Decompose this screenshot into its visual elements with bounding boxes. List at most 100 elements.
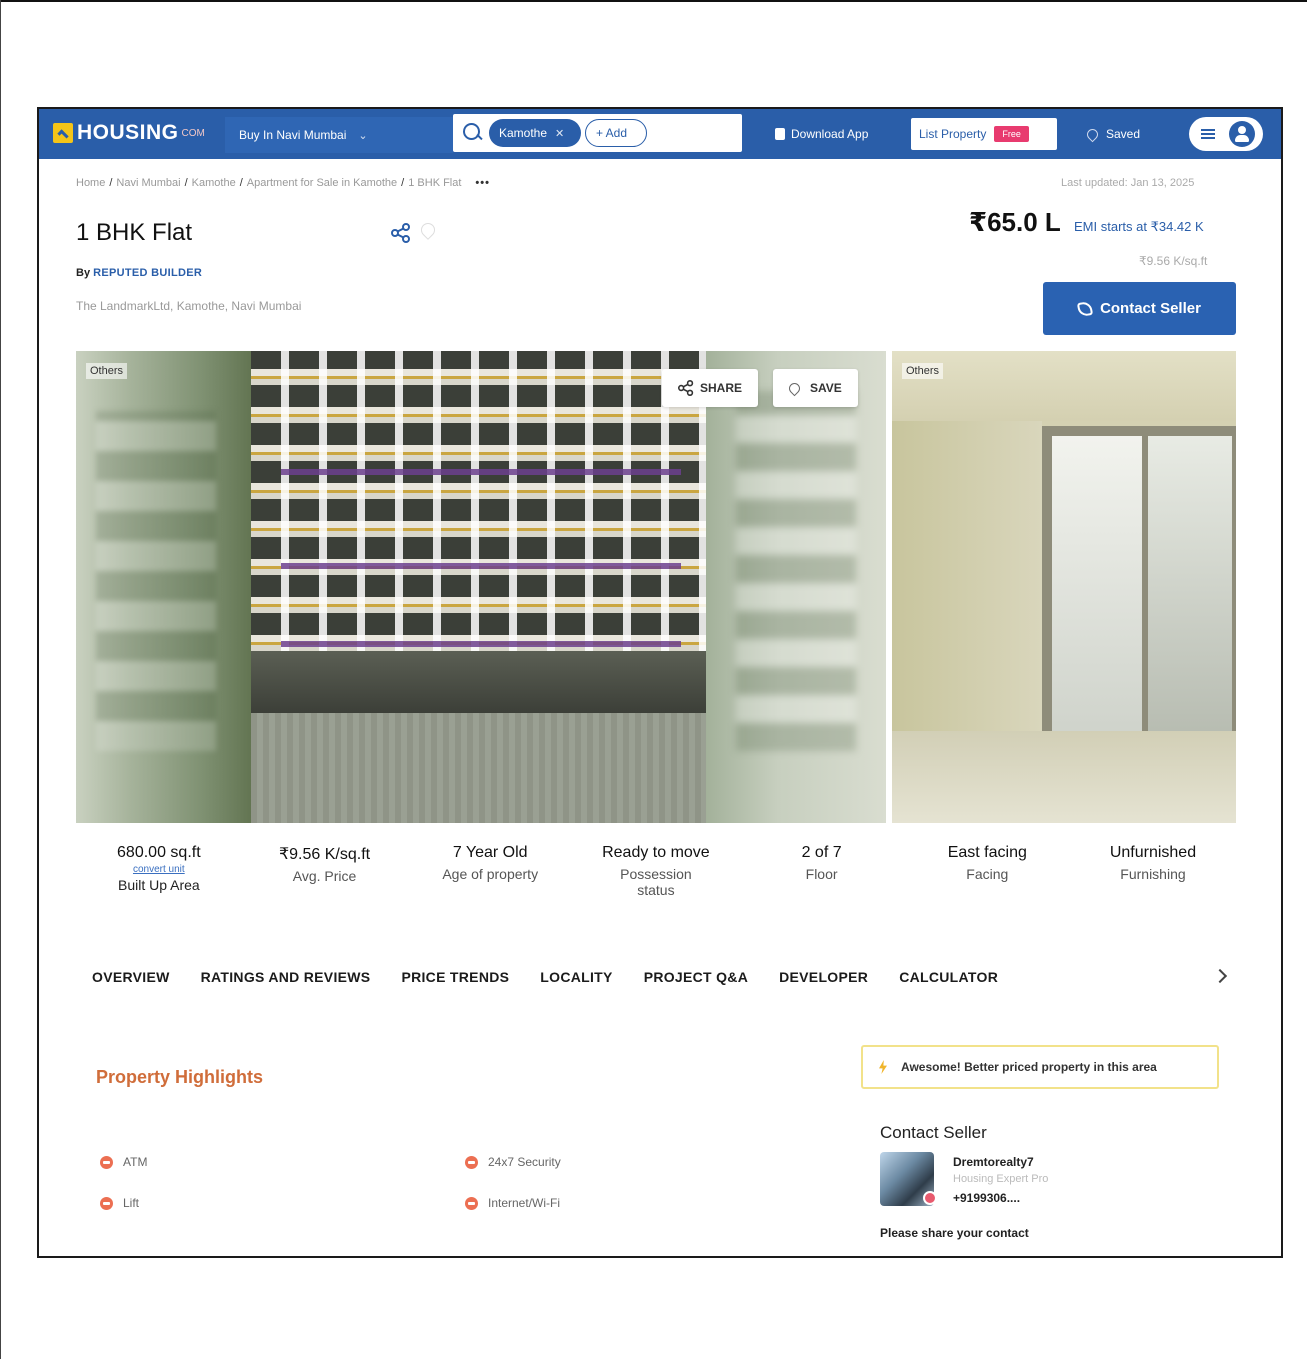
security-icon (465, 1155, 478, 1169)
tab-calculator[interactable]: CALCULATOR (899, 969, 998, 985)
city-select-dropdown[interactable]: Buy In Navi Mumbai ⌄ (225, 117, 453, 153)
spec-value: Unfurnished (1109, 844, 1197, 861)
close-icon[interactable]: ✕ (555, 127, 564, 140)
list-property-button[interactable]: List Property Free (911, 118, 1057, 150)
logo-suffix: COM (181, 127, 205, 139)
promo-text: Awesome! Better priced property in this … (901, 1060, 1157, 1074)
property-specs-row: 680.00 sq.ft convert unit Built Up Area … (76, 844, 1236, 898)
spec-label: Furnishing (1120, 866, 1186, 882)
saved-link[interactable]: Saved (1084, 126, 1141, 142)
housing-logo[interactable]: HOUSING COM (53, 121, 205, 145)
download-app-link[interactable]: Download App (775, 127, 868, 141)
better-price-promo: Awesome! Better priced property in this … (861, 1045, 1219, 1089)
property-highlights-title: Property Highlights (96, 1067, 264, 1087)
emi-link[interactable]: EMI starts at ₹34.42 K (1074, 219, 1204, 235)
house-icon (53, 123, 73, 143)
heart-icon (786, 380, 803, 396)
tab-overview[interactable]: OVERVIEW (92, 969, 170, 985)
spec-value: East facing (947, 844, 1027, 861)
amenity-item: Lift (100, 1196, 139, 1210)
amenity-item: Internet/Wi-Fi (465, 1196, 560, 1210)
heart-icon (1084, 126, 1101, 142)
save-photo-button[interactable]: SAVE (773, 369, 858, 407)
spec-avg-price: ₹9.56 K/sq.ft Avg. Price (242, 844, 408, 898)
tab-price-trends[interactable]: PRICE TRENDS (401, 969, 509, 985)
phone-icon (1076, 300, 1094, 317)
chevron-down-icon: ⌄ (358, 129, 368, 142)
secondary-property-photo[interactable]: Others (892, 351, 1236, 823)
price-per-sqft: ₹9.56 K/sq.ft (1139, 254, 1208, 268)
search-bar[interactable]: Kamothe ✕ + Add (453, 114, 742, 152)
tab-locality[interactable]: LOCALITY (540, 969, 612, 985)
agent-name[interactable]: Dremtorealty7 (953, 1155, 1034, 1169)
account-menu-button[interactable] (1189, 117, 1263, 151)
breadcrumb-item[interactable]: Kamothe (192, 177, 236, 189)
section-tabs: OVERVIEW RATINGS AND REVIEWS PRICE TREND… (92, 969, 1029, 985)
search-icon (461, 122, 483, 144)
spec-label: Built Up Area (117, 877, 200, 893)
photo-category-tag: Others (902, 363, 944, 379)
saved-label: Saved (1106, 127, 1141, 141)
spec-value: ₹9.56 K/sq.ft (278, 846, 371, 863)
verified-badge-icon (923, 1191, 937, 1205)
amenity-label: Internet/Wi-Fi (488, 1196, 561, 1210)
chevron-right-icon[interactable] (1212, 968, 1228, 984)
building-image (251, 351, 711, 823)
logo-text: HOUSING (77, 121, 179, 144)
property-address: The LandmarkLtd, Kamothe, Navi Mumbai (76, 299, 302, 313)
scan-border-top (0, 0, 1307, 2)
add-locality-button[interactable]: + Add (585, 119, 647, 147)
contact-seller-heading: Contact Seller (880, 1123, 987, 1142)
spec-floor: 2 of 7 Floor (739, 844, 905, 898)
share-contact-prompt: Please share your contact (880, 1226, 1029, 1240)
save-label: SAVE (810, 381, 842, 395)
spec-built-up-area: 680.00 sq.ft convert unit Built Up Area (76, 844, 242, 898)
tab-project-qa[interactable]: PROJECT Q&A (644, 969, 748, 985)
page-title: 1 BHK Flat (76, 219, 193, 246)
lift-icon (100, 1196, 113, 1210)
share-icon (678, 380, 694, 396)
more-options-icon[interactable]: ••• (475, 177, 490, 189)
spec-value: 2 of 7 (801, 844, 842, 861)
share-icon[interactable] (391, 223, 411, 243)
breadcrumb: Home / Navi Mumbai / Kamothe / Apartment fo… (76, 177, 490, 189)
spec-facing: East facing Facing (904, 844, 1070, 898)
amenity-label: ATM (123, 1155, 148, 1169)
atm-icon (100, 1155, 113, 1169)
agent-role: Housing Expert Pro (953, 1173, 1049, 1185)
free-badge: Free (994, 126, 1029, 142)
tab-ratings-and-reviews[interactable]: RATINGS AND REVIEWS (201, 969, 371, 985)
phone-app-icon (775, 128, 785, 140)
breadcrumb-item[interactable]: Apartment for Sale in Kamothe (247, 177, 397, 189)
scan-border-left (0, 0, 1, 1359)
share-photo-button[interactable]: SHARE (662, 369, 759, 407)
contact-seller-label: Contact Seller (1100, 300, 1201, 317)
amenity-item: 24x7 Security (465, 1155, 561, 1169)
spec-label: Possession status (620, 866, 692, 898)
spec-value: 7 Year Old (452, 844, 528, 861)
lightning-icon (879, 1060, 887, 1074)
convert-unit-link[interactable]: convert unit (76, 864, 242, 875)
locality-chip[interactable]: Kamothe ✕ (489, 119, 581, 147)
agent-phone: +9199306.... (953, 1191, 1021, 1205)
favorite-heart-icon[interactable] (418, 220, 438, 240)
spec-value: 680.00 sq.ft (117, 844, 201, 861)
breadcrumb-item: 1 BHK Flat (408, 177, 462, 189)
amenity-label: Lift (123, 1196, 140, 1210)
locality-chip-label: Kamothe (499, 126, 548, 140)
spec-age: 7 Year Old Age of property (407, 844, 573, 898)
share-label: SHARE (700, 381, 743, 395)
main-property-photo[interactable]: Others SHARE SAVE (76, 351, 886, 823)
breadcrumb-item[interactable]: Navi Mumbai (116, 177, 180, 189)
spec-furnishing: Unfurnished Furnishing (1070, 844, 1236, 898)
amenity-item: ATM (100, 1155, 147, 1169)
tab-developer[interactable]: DEVELOPER (779, 969, 868, 985)
breadcrumb-item[interactable]: Home (76, 177, 105, 189)
builder-link[interactable]: REPUTED BUILDER (93, 267, 202, 279)
spec-value: Ready to move (602, 844, 710, 861)
property-price: ₹65.0 L (969, 207, 1061, 237)
photo-category-tag: Others (86, 363, 128, 379)
amenity-label: 24x7 Security (488, 1155, 561, 1169)
contact-seller-button[interactable]: Contact Seller (1043, 282, 1236, 335)
spec-label: Avg. Price (292, 868, 357, 884)
